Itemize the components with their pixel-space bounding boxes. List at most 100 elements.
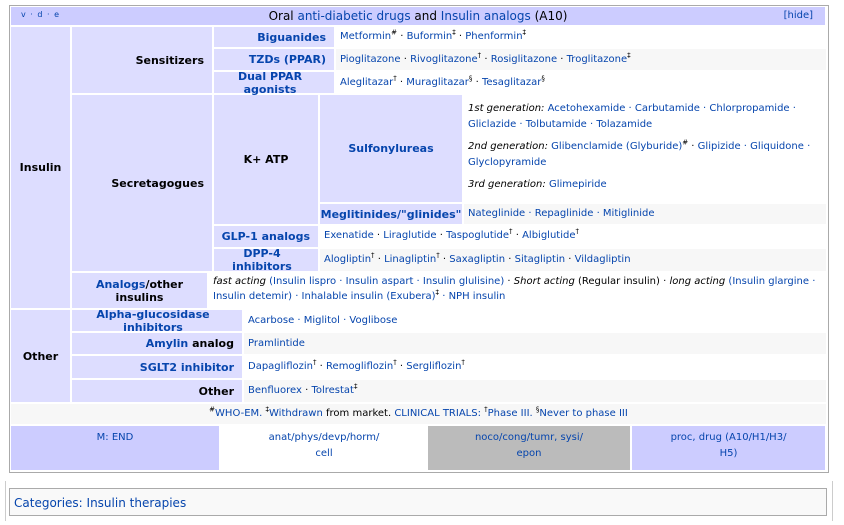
glp1-link[interactable]: GLP-1 analogs [222, 230, 310, 243]
amylin-list: Pramlintide [244, 333, 826, 354]
long-acting-drugs[interactable]: (Insulin glargine · [728, 276, 815, 287]
drug-sitagliptin[interactable]: Sitagliptin [515, 254, 565, 265]
drug-saxagliptin[interactable]: Saxagliptin [449, 254, 505, 265]
footnote-clinical-trials[interactable]: CLINICAL TRIALS: [394, 408, 481, 419]
sulfonylureas-link[interactable]: Sulfonylureas [348, 142, 433, 155]
drug-alogliptin[interactable]: Alogliptin [324, 254, 371, 265]
meta-end: M: END [11, 426, 219, 470]
meta-col-1: anat/phys/devp/horm/cell [221, 426, 427, 470]
glp1-list: Exenatide · Liraglutide · Taspoglutide† … [320, 226, 826, 247]
drug-pramlintide[interactable]: Pramlintide [248, 338, 305, 349]
meta-col-1-line-2[interactable]: cell [221, 446, 427, 462]
sglt2-link[interactable]: SGLT2 inhibitor [140, 361, 234, 374]
long-acting-drugs-cont[interactable]: Insulin detemir) · Inhalable insulin (Ex… [213, 291, 436, 302]
short-acting-label: Short acting [513, 276, 575, 287]
drug-phenformin[interactable]: Phenformin [465, 31, 522, 42]
drug-albiglutide[interactable]: Albiglutide [522, 230, 575, 241]
meglitinides-drugs[interactable]: Nateglinide · Repaglinide · Mitiglinide [468, 208, 655, 219]
other-drugs-list: Benfluorex · Tolrestat‡ [244, 380, 826, 402]
dual-ppar-link[interactable]: Dual PPAR agonists [214, 70, 326, 96]
group-analogs: Analogs/other insulins [72, 273, 207, 308]
drug-glibenclamide[interactable]: Glibenclamide (Glyburide) [551, 141, 682, 152]
meta-col-2-line-1[interactable]: noco/cong/tumr, sysi/ [428, 430, 630, 446]
group-glp1: GLP-1 analogs [214, 226, 318, 247]
amylin-rest: analog [188, 337, 234, 350]
analogs-link[interactable]: Analogs [96, 278, 146, 291]
group-alpha-glucosidase: Alpha-glucosidase inhibitors [72, 308, 242, 334]
su-second-gen: 2nd generation: Glibenclamide (Glyburide… [468, 138, 811, 168]
group-meglitinides: Meglitinides/"glinides" [320, 204, 462, 224]
drug-benfluorex[interactable]: Benfluorex [248, 385, 302, 396]
title-link-antidiabetic[interactable]: anti-diabetic drugs [297, 9, 410, 23]
drug-muraglitazar[interactable]: Muraglitazar [406, 77, 469, 88]
categories-link[interactable]: Categories: Insulin therapies [14, 496, 186, 510]
su-third-gen-label: 3rd generation: [468, 179, 546, 190]
su-third-gen: 3rd generation: Glimepiride [468, 177, 822, 193]
drug-vildagliptin[interactable]: Vildagliptin [575, 254, 631, 265]
amylin-link[interactable]: Amylin [146, 337, 189, 350]
drug-linagliptin[interactable]: Linagliptin [384, 254, 436, 265]
fast-acting-drugs[interactable]: (Insulin lispro · Insulin aspart · Insul… [269, 276, 504, 287]
group-katp: K+ ATP [214, 95, 318, 224]
drug-troglitazone[interactable]: Troglitazone [567, 54, 627, 65]
title-text: Oral [268, 9, 298, 23]
drug-remogliflozin[interactable]: Remogliflozin [326, 361, 393, 372]
drug-pioglitazone[interactable]: Pioglitazone [340, 54, 401, 65]
footnote-never-phase-iii[interactable]: Never to phase III [539, 408, 627, 419]
dual-ppar-list: Aleglitazar† · Muraglitazar§ · Tesaglita… [336, 72, 826, 93]
drug-glimepiride[interactable]: Glimepiride [549, 179, 607, 190]
drug-exenatide[interactable]: Exenatide [324, 230, 374, 241]
analogs-line-2: Insulin detemir) · Inhalable insulin (Ex… [213, 288, 506, 302]
drug-tolrestat[interactable]: Tolrestat [311, 385, 354, 396]
group-other: Other [11, 310, 70, 402]
navbox-title: Oral anti-diabetic drugs and Insulin ana… [11, 9, 825, 23]
dpp4-link[interactable]: DPP-4 inhibitors [214, 247, 310, 273]
footnote-text: from market. [322, 408, 395, 419]
group-tzds: TZDs (PPAR) [214, 49, 334, 70]
meta-col-3: proc, drug (A10/H1/H3/H5) [632, 426, 825, 470]
meta-col-3-line-1[interactable]: proc, drug (A10/H1/H3/ [632, 430, 825, 446]
footnote-withdrawn[interactable]: Withdrawn [269, 408, 323, 419]
group-insulin: Insulin [11, 27, 70, 308]
group-dpp4: DPP-4 inhibitors [214, 247, 318, 273]
drug-sergliflozin[interactable]: Sergliflozin [406, 361, 461, 372]
hide-toggle[interactable]: [hide] [784, 10, 813, 21]
meta-col-2-line-2[interactable]: epon [428, 446, 630, 462]
footnote-phase-iii[interactable]: Phase III. [488, 408, 533, 419]
drug-dapagliflozin[interactable]: Dapagliflozin [248, 361, 313, 372]
drug-rivoglitazone[interactable]: Rivoglitazone [410, 54, 478, 65]
meglitinides-link[interactable]: Meglitinides/"glinides" [321, 208, 462, 221]
group-amylin: Amylin analog [72, 333, 242, 354]
alpha-glucosidase-list: Acarbose · Miglitol · Voglibose [244, 310, 826, 331]
su-first-gen: 1st generation: Acetohexamide · Carbutam… [468, 101, 822, 133]
biguanides-list: Metformin# · Buformin‡ · Phenformin‡ [336, 27, 826, 47]
group-secretagogues: Secretagogues [72, 95, 212, 271]
alpha-glucosidase-link[interactable]: Alpha-glucosidase inhibitors [72, 308, 234, 334]
meta-col-3-line-2[interactable]: H5) [632, 446, 825, 462]
drug-liraglutide[interactable]: Liraglutide [383, 230, 436, 241]
drug-buformin[interactable]: Buformin [407, 31, 453, 42]
title-code: (A10) [530, 9, 568, 23]
drug-metformin[interactable]: Metformin [340, 31, 391, 42]
alpha-glucosidase-drugs[interactable]: Acarbose · Miglitol · Voglibose [248, 315, 397, 326]
drug-nph-insulin[interactable]: · NPH insulin [442, 291, 505, 302]
su-first-gen-label: 1st generation: [468, 103, 545, 114]
drug-aleglitazar[interactable]: Aleglitazar [340, 77, 393, 88]
footnote-who-em[interactable]: WHO-EM. [215, 408, 262, 419]
long-acting-label: long acting [669, 276, 726, 287]
su-second-gen-label: 2nd generation: [468, 141, 548, 152]
meta-col-1-line-1[interactable]: anat/phys/devp/horm/ [221, 430, 427, 446]
biguanides-link[interactable]: Biguanides [257, 31, 326, 44]
tzds-link[interactable]: TZDs (PPAR) [249, 53, 326, 66]
title-link-insulin-analogs[interactable]: Insulin analogs [441, 9, 531, 23]
meta-end-link[interactable]: M: END [97, 432, 134, 443]
drug-tesaglitazar[interactable]: Tesaglitazar [482, 77, 541, 88]
drug-rosiglitazone[interactable]: Rosiglitazone [491, 54, 557, 65]
footnote: #WHO-EM. ‡Withdrawn from market. CLINICA… [11, 404, 826, 424]
analogs-line-1: fast acting (Insulin lispro · Insulin as… [213, 276, 816, 287]
group-sulfonylureas: Sulfonylureas [320, 95, 462, 202]
sulfonylureas-list: 1st generation: Acetohexamide · Carbutam… [464, 95, 826, 202]
title-text-and: and [410, 9, 441, 23]
group-sensitizers: Sensitizers [72, 27, 212, 93]
drug-taspoglutide[interactable]: Taspoglutide [446, 230, 509, 241]
